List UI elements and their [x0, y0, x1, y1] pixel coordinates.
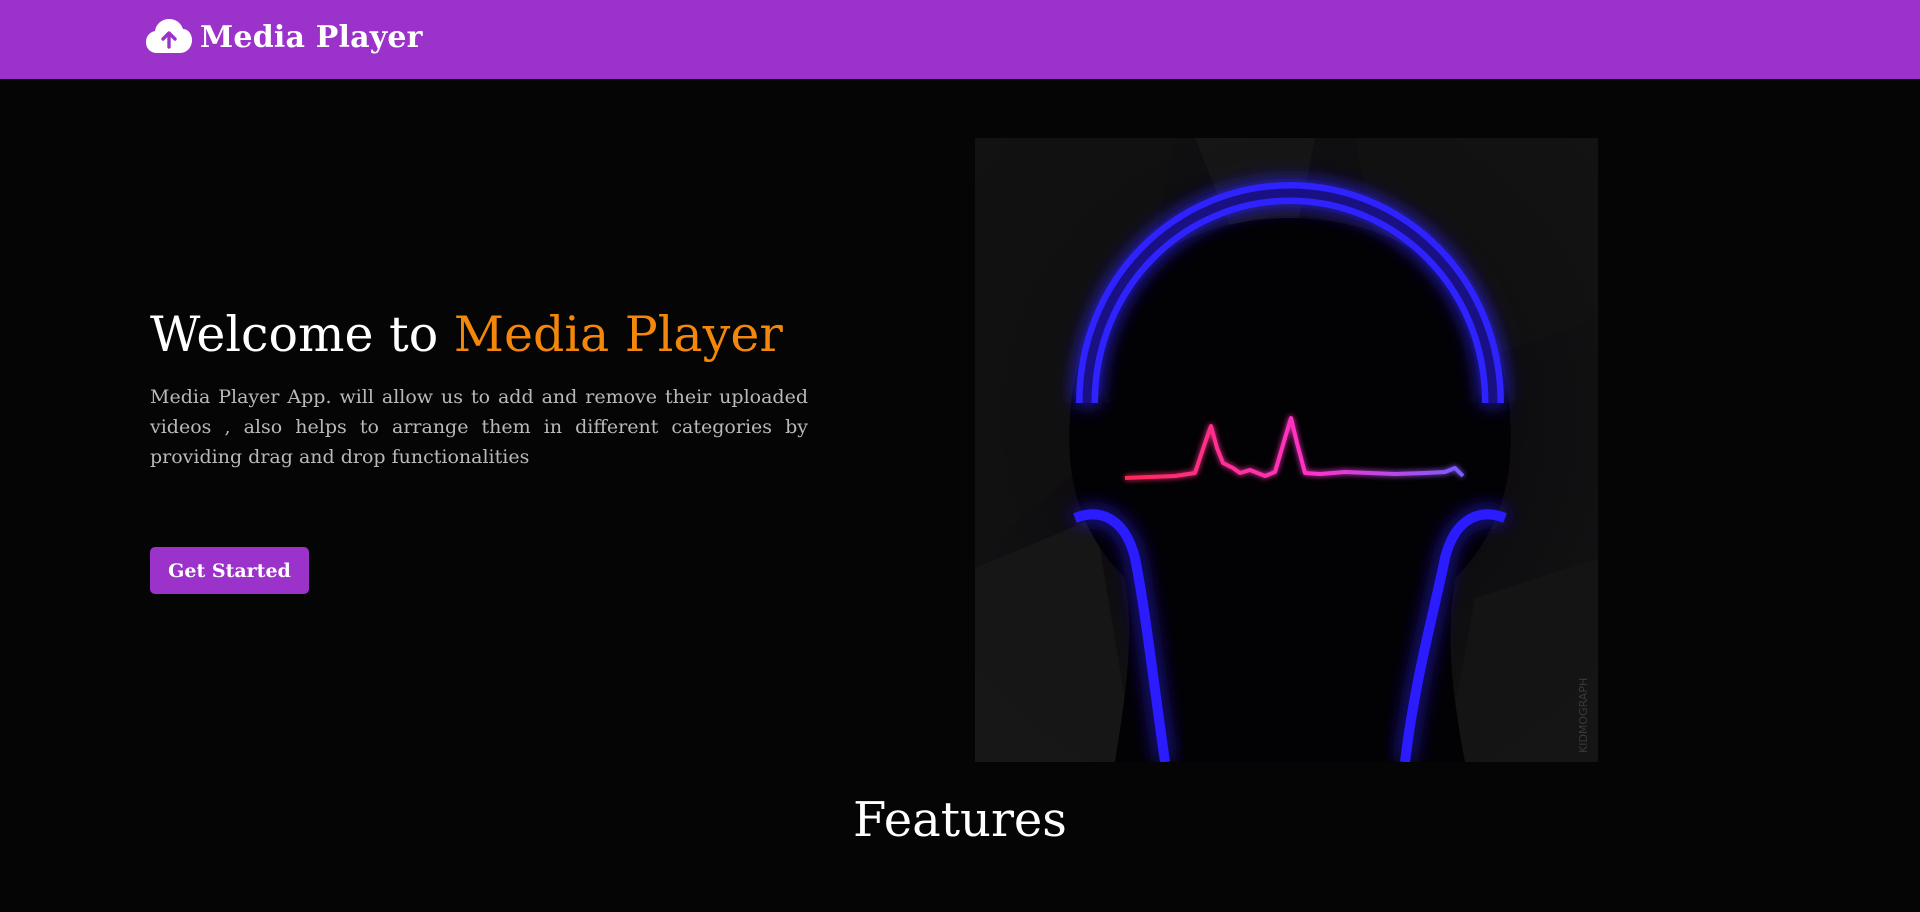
- get-started-button[interactable]: Get Started: [150, 547, 309, 594]
- cloud-upload-icon: [146, 18, 192, 56]
- hero-description: Media Player App. will allow us to add a…: [150, 386, 808, 468]
- hero-title-accent: Media Player: [453, 306, 783, 363]
- brand-link[interactable]: Media Player: [146, 18, 423, 56]
- hero-title: Welcome to Media Player: [150, 305, 808, 365]
- image-watermark: KIDMOGRAPH: [1577, 678, 1590, 753]
- navbar: Media Player: [0, 0, 1920, 79]
- brand-name: Media Player: [200, 19, 423, 55]
- hero-illustration: KIDMOGRAPH: [975, 138, 1598, 762]
- hero-text: Welcome to Media Player Media Player App…: [150, 305, 808, 472]
- features-heading: Features: [853, 792, 1067, 848]
- hero-title-prefix: Welcome to: [150, 306, 454, 363]
